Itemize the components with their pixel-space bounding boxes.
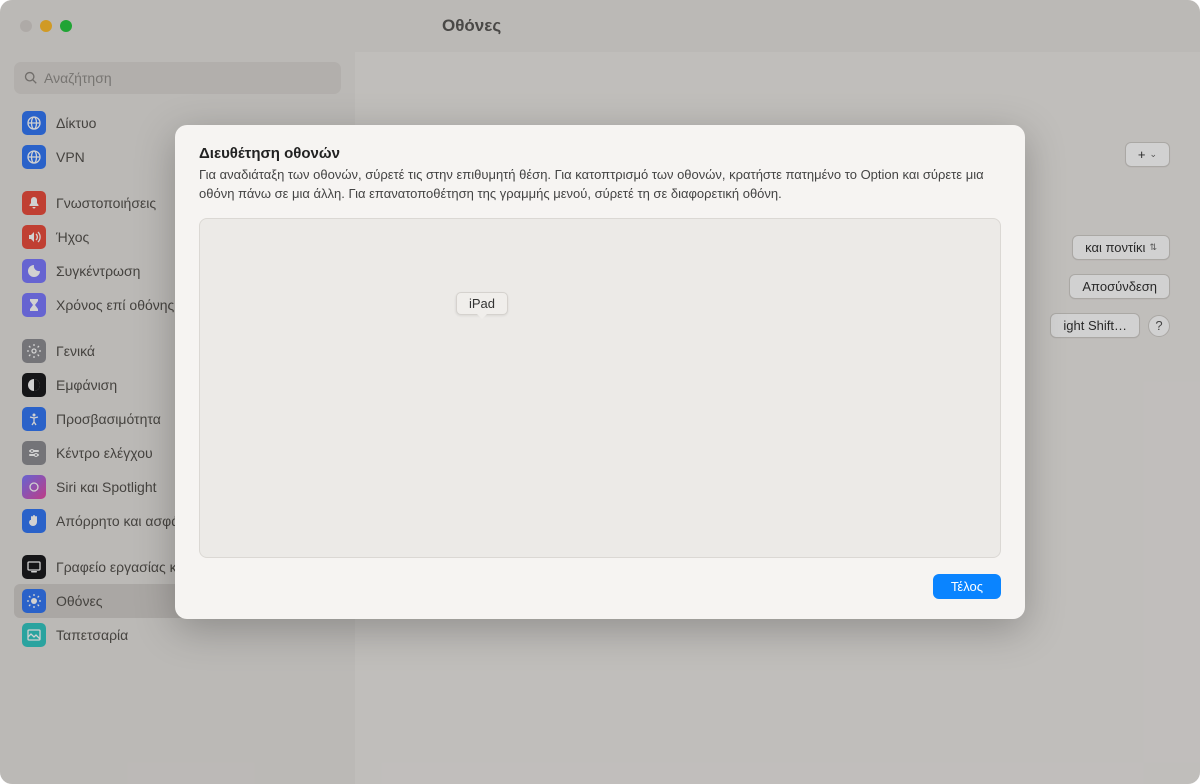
display-arrangement-area[interactable]: iPad: [199, 218, 1001, 558]
modal-overlay: Διευθέτηση οθονών Για αναδιάταξη των οθο…: [0, 0, 1200, 784]
done-button[interactable]: Τέλος: [933, 574, 1001, 599]
settings-window: Οθόνες Αναζήτηση Δίκτυο VPN Γνωστοποιήσε…: [0, 0, 1200, 784]
modal-title: Διευθέτηση οθονών: [199, 145, 1001, 162]
display-label: iPad: [456, 292, 508, 315]
display-main[interactable]: [584, 326, 806, 450]
display-ipad[interactable]: iPad: [394, 326, 570, 450]
modal-footer: Τέλος: [199, 574, 1001, 599]
modal-description: Για αναδιάταξη των οθονών, σύρετέ τις στ…: [199, 166, 1001, 204]
arrange-displays-modal: Διευθέτηση οθονών Για αναδιάταξη των οθο…: [175, 125, 1025, 619]
modal-header: Διευθέτηση οθονών Για αναδιάταξη των οθο…: [199, 145, 1001, 204]
